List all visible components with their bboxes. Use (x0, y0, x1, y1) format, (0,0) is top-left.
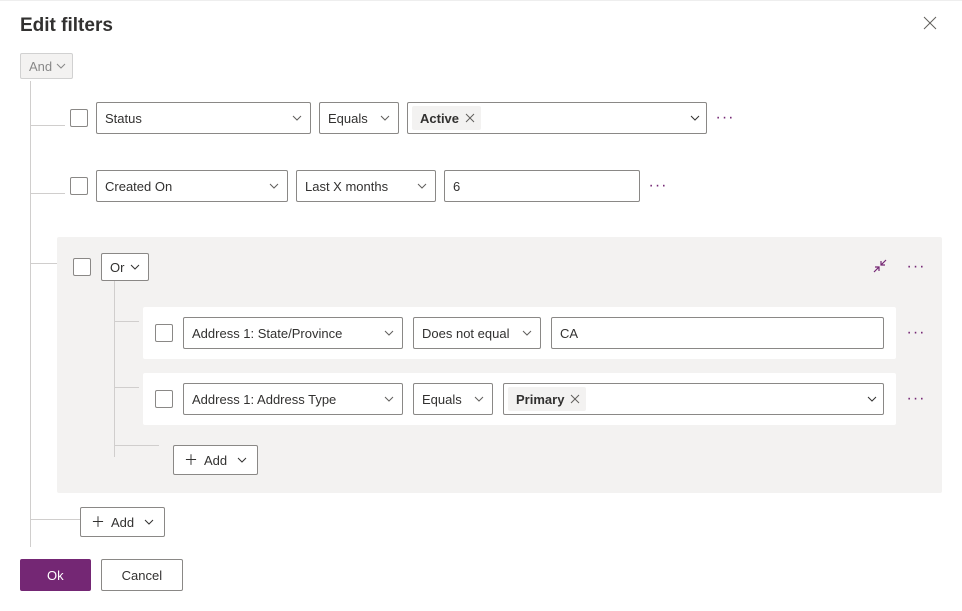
chevron-down-icon (417, 181, 427, 191)
tree-line (114, 387, 139, 388)
chevron-down-icon (867, 394, 877, 404)
value-tagbox[interactable]: Active (407, 102, 707, 134)
chevron-down-icon (380, 113, 390, 123)
row-more-icon[interactable]: ··· (648, 178, 668, 194)
operator-dropdown[interactable]: Equals (319, 102, 399, 134)
tree-line (30, 193, 65, 194)
value-text: CA (560, 326, 578, 341)
group-condition-label: Or (110, 260, 124, 275)
chevron-down-icon (474, 394, 484, 404)
chevron-down-icon (130, 262, 140, 272)
collapse-icon[interactable] (872, 258, 888, 277)
row-checkbox[interactable] (155, 390, 173, 408)
page-title: Edit filters (20, 15, 942, 37)
value-text: 6 (453, 179, 460, 194)
operator-dropdown[interactable]: Does not equal (413, 317, 541, 349)
value-tagbox[interactable]: Primary (503, 383, 884, 415)
plus-icon: ＋ (184, 453, 198, 467)
chevron-down-icon (522, 328, 532, 338)
value-tag-label: Primary (516, 392, 564, 407)
operator-label: Last X months (305, 179, 388, 194)
tree-line (114, 321, 139, 322)
chevron-down-icon (269, 181, 279, 191)
add-label: Add (111, 515, 134, 530)
row-more-icon[interactable]: ··· (906, 325, 926, 341)
chevron-down-icon (690, 113, 700, 123)
operator-label: Equals (328, 111, 368, 126)
root-condition-label: And (29, 59, 52, 74)
add-button-group[interactable]: ＋ Add (173, 445, 258, 475)
field-dropdown-address-state[interactable]: Address 1: State/Province (183, 317, 403, 349)
field-label: Status (105, 111, 142, 126)
chevron-down-icon (237, 455, 247, 465)
tree-line (30, 519, 80, 520)
value-input[interactable]: CA (551, 317, 884, 349)
ok-button[interactable]: Ok (20, 559, 91, 591)
close-icon[interactable] (922, 15, 942, 35)
field-dropdown-address-type[interactable]: Address 1: Address Type (183, 383, 403, 415)
value-tag[interactable]: Primary (508, 387, 586, 411)
remove-tag-icon[interactable] (465, 113, 475, 123)
group-row: Address 1: Address Type Equals (143, 373, 896, 425)
or-group: Or ··· (57, 237, 942, 493)
tree-line (30, 263, 57, 264)
value-tag-label: Active (420, 111, 459, 126)
operator-label: Does not equal (422, 326, 509, 341)
field-label: Address 1: State/Province (192, 326, 342, 341)
cancel-button[interactable]: Cancel (101, 559, 183, 591)
group-more-icon[interactable]: ··· (906, 259, 926, 275)
add-label: Add (204, 453, 227, 468)
row-more-icon[interactable]: ··· (715, 110, 735, 126)
field-dropdown-created-on[interactable]: Created On (96, 170, 288, 202)
operator-dropdown[interactable]: Equals (413, 383, 493, 415)
group-checkbox[interactable] (73, 258, 91, 276)
operator-label: Equals (422, 392, 462, 407)
field-label: Address 1: Address Type (192, 392, 336, 407)
add-button-root[interactable]: ＋ Add (80, 507, 165, 537)
root-condition-pill[interactable]: And (20, 53, 73, 79)
row-checkbox[interactable] (155, 324, 173, 342)
tree-line (30, 81, 31, 547)
value-input[interactable]: 6 (444, 170, 640, 202)
field-label: Created On (105, 179, 172, 194)
cancel-label: Cancel (122, 568, 162, 583)
field-dropdown-status[interactable]: Status (96, 102, 311, 134)
group-row: Address 1: State/Province Does not equal (143, 307, 896, 359)
chevron-down-icon (384, 394, 394, 404)
row-checkbox[interactable] (70, 177, 88, 195)
value-tag[interactable]: Active (412, 106, 481, 130)
tree-line (114, 445, 159, 446)
chevron-down-icon (292, 113, 302, 123)
chevron-down-icon (56, 61, 66, 71)
tree-line (30, 125, 65, 126)
row-checkbox[interactable] (70, 109, 88, 127)
remove-tag-icon[interactable] (570, 394, 580, 404)
row-more-icon[interactable]: ··· (906, 391, 926, 407)
operator-dropdown[interactable]: Last X months (296, 170, 436, 202)
chevron-down-icon (144, 517, 154, 527)
chevron-down-icon (384, 328, 394, 338)
plus-icon: ＋ (91, 515, 105, 529)
tree-line (114, 281, 115, 457)
ok-label: Ok (47, 568, 64, 583)
group-condition-pill[interactable]: Or (101, 253, 149, 281)
